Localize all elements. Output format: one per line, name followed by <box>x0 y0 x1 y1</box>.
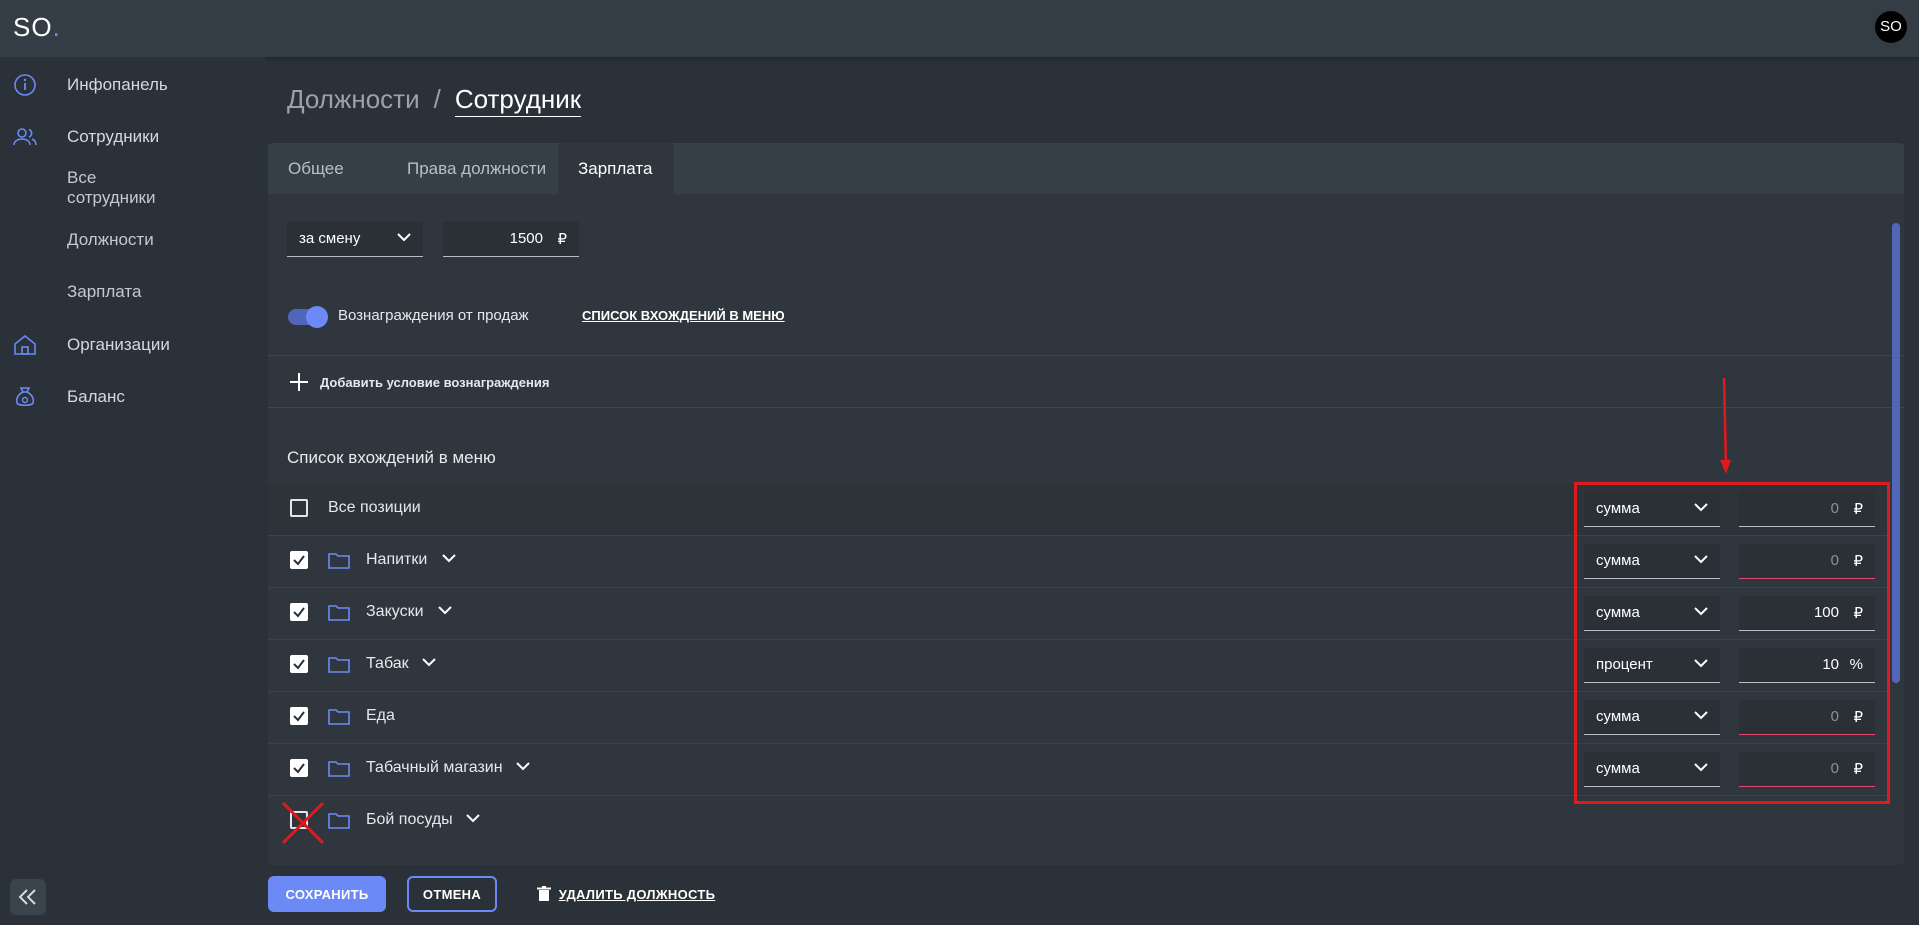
check-icon <box>293 607 305 618</box>
delete-position-button[interactable]: УДАЛИТЬ ДОЛЖНОСТЬ <box>536 876 716 912</box>
folder-icon <box>328 605 350 621</box>
sidebar-item-dashboard[interactable]: Инфопанель <box>0 65 265 105</box>
cancel-button[interactable]: ОТМЕНА <box>407 876 497 912</box>
checkbox-checked[interactable] <box>290 551 308 569</box>
checkbox-checked[interactable] <box>290 707 308 725</box>
row-label: Еда <box>366 707 395 724</box>
folder-icon <box>328 761 350 777</box>
sidebar-label-dashboard: Инфопанель <box>67 75 168 94</box>
avatar[interactable]: SO <box>1875 11 1907 43</box>
folder-icon <box>328 657 350 673</box>
pay-period-value: за смену <box>299 230 361 247</box>
row-label: Табачный магазин <box>366 759 503 776</box>
tab-bar: Общее Права должности Зарплата <box>268 143 1904 194</box>
chevron-down-icon[interactable] <box>438 605 452 615</box>
tab-general[interactable]: Общее <box>268 143 364 194</box>
toggle-knob <box>306 306 328 328</box>
add-reward-condition-label: Добавить условие вознаграждения <box>320 374 550 390</box>
pay-amount-value: 1500 <box>509 230 543 247</box>
sales-rewards-label: Вознаграждения от продаж <box>338 307 529 324</box>
checkbox[interactable] <box>290 499 308 517</box>
row-label: Все позиции <box>328 499 421 516</box>
scrollbar[interactable] <box>1892 223 1900 683</box>
users-icon <box>13 128 37 146</box>
top-bar: SO. SO <box>0 0 1919 57</box>
check-icon <box>293 555 305 566</box>
collapse-sidebar-button[interactable] <box>10 879 46 915</box>
logo-dot: . <box>52 12 61 42</box>
save-button[interactable]: СОХРАНИТЬ <box>268 876 386 912</box>
checkbox-checked[interactable] <box>290 655 308 673</box>
plus-icon <box>290 373 308 391</box>
chevron-down-icon[interactable] <box>422 657 436 667</box>
money-bag-icon <box>15 387 35 407</box>
check-icon <box>293 711 305 722</box>
row-label: Бой посуды <box>366 811 453 828</box>
sidebar: Инфопанель Сотрудники Все сотрудники Дол… <box>0 57 265 925</box>
home-icon <box>14 334 36 355</box>
row-label: Табак <box>366 655 409 672</box>
folder-icon <box>328 709 350 725</box>
folder-icon <box>328 813 350 829</box>
trash-icon <box>536 886 551 901</box>
check-icon <box>293 763 305 774</box>
row-label: Закуски <box>366 603 424 620</box>
breadcrumb-current: Сотрудник <box>454 84 582 117</box>
sidebar-label-organizations: Организации <box>67 335 170 354</box>
sidebar-subitem-all-employees[interactable]: Все сотрудники <box>67 168 156 208</box>
tab-position-rights[interactable]: Права должности <box>387 143 566 194</box>
divider <box>268 355 1904 356</box>
app-logo[interactable]: SO. <box>13 12 61 43</box>
sidebar-item-balance[interactable]: Баланс <box>0 377 265 417</box>
annotation-highlight-box <box>1574 482 1890 804</box>
checkbox-checked[interactable] <box>290 603 308 621</box>
pay-period-select[interactable]: за смену <box>287 222 423 257</box>
sidebar-item-organizations[interactable]: Организации <box>0 325 265 365</box>
folder-icon <box>328 553 350 569</box>
currency-label: ₽ <box>557 231 567 248</box>
menu-entries-link[interactable]: СПИСОК ВХОЖДЕНИЙ В МЕНЮ <box>582 308 785 323</box>
annotation-arrow-icon <box>1720 378 1731 474</box>
breadcrumb: Должности / Сотрудник <box>287 84 582 117</box>
tab-salary[interactable]: Зарплата <box>558 143 674 194</box>
sidebar-label-balance: Баланс <box>67 387 125 406</box>
info-icon <box>14 74 36 96</box>
sales-rewards-toggle[interactable] <box>288 306 328 328</box>
logo-text: SO <box>13 12 53 42</box>
chevron-down-icon[interactable] <box>442 553 456 563</box>
chevron-down-icon[interactable] <box>466 813 480 823</box>
divider <box>268 407 1904 408</box>
sidebar-item-employees[interactable]: Сотрудники <box>0 117 265 157</box>
sub-all-line2: сотрудники <box>67 188 156 207</box>
annotation-cross-icon <box>281 801 325 845</box>
sidebar-label-employees: Сотрудники <box>67 127 160 146</box>
menu-entries-title: Список вхождений в меню <box>287 448 496 467</box>
breadcrumb-separator: / <box>433 84 441 114</box>
chevron-down-icon <box>397 233 411 242</box>
checkbox-checked[interactable] <box>290 759 308 777</box>
check-icon <box>293 659 305 670</box>
delete-position-label: УДАЛИТЬ ДОЛЖНОСТЬ <box>558 886 716 902</box>
sub-all-line1: Все <box>67 168 97 187</box>
breadcrumb-parent[interactable]: Должности <box>287 84 420 114</box>
add-reward-condition-button[interactable]: Добавить условие вознаграждения <box>288 371 549 393</box>
sidebar-subitem-positions[interactable]: Должности <box>67 230 154 250</box>
double-chevron-left-icon <box>18 889 36 905</box>
pay-amount-field[interactable]: 1500 ₽ <box>443 222 579 257</box>
chevron-down-icon[interactable] <box>516 761 530 771</box>
sidebar-subitem-salary[interactable]: Зарплата <box>67 282 141 302</box>
row-label: Напитки <box>366 551 428 568</box>
